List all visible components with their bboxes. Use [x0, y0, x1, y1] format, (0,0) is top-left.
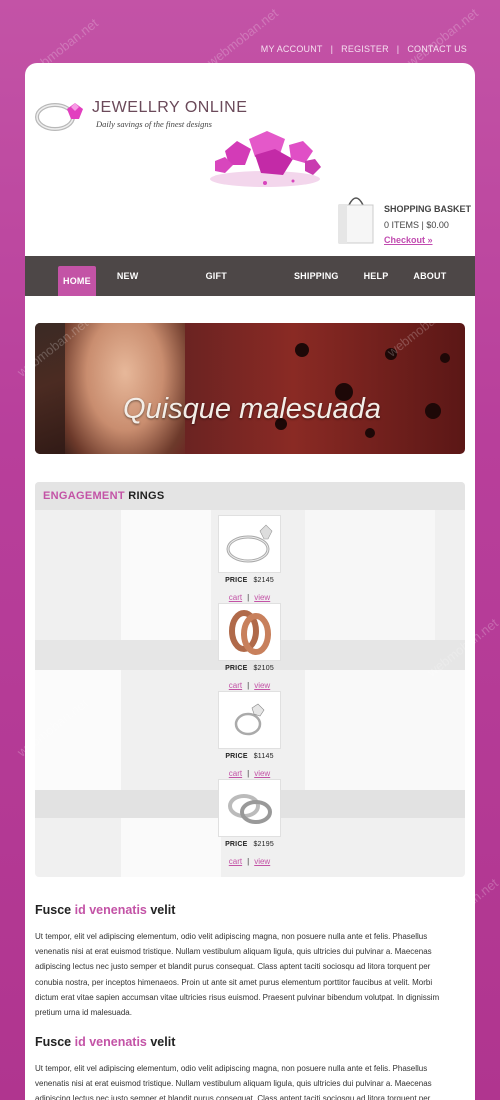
- nav-item-home[interactable]: HOME: [58, 266, 96, 296]
- basket-title: SHOPPING BASKET: [384, 204, 472, 214]
- gold-bands-icon: [228, 610, 271, 655]
- bg-tile: [305, 670, 465, 790]
- article-body: Ut tempor, elit vel adipiscing elementum…: [35, 1064, 432, 1100]
- article-title: Fusce id venenatis velit: [35, 1035, 455, 1049]
- price-label: PRICE: [225, 577, 248, 584]
- my-account-link[interactable]: MY ACCOUNT: [261, 44, 323, 54]
- action-separator: |: [247, 857, 250, 866]
- product-actions: cart | view: [218, 681, 281, 690]
- price-label: PRICE: [225, 753, 248, 760]
- floral-decoration: [440, 353, 450, 363]
- action-separator: |: [247, 769, 250, 778]
- product-price: PRICE $1145: [218, 753, 281, 760]
- price-value: $1145: [253, 753, 274, 760]
- view-link[interactable]: view: [254, 593, 270, 602]
- products-title-rest: RINGS: [128, 490, 165, 502]
- article-title-start: Fusce: [35, 903, 72, 917]
- cart-link[interactable]: cart: [229, 857, 242, 866]
- basket-summary: 0 ITEMS | $0.00: [384, 220, 449, 230]
- floral-decoration: [385, 348, 397, 360]
- product-item: PRICE $2195 cart | view: [218, 779, 281, 866]
- site-tagline: Daily savings of the finest designs: [96, 119, 212, 129]
- action-separator: |: [247, 593, 250, 602]
- product-actions: cart | view: [218, 857, 281, 866]
- shopping-bag-icon[interactable]: [335, 191, 377, 245]
- product-price: PRICE $2195: [218, 841, 281, 848]
- diamond-ring-icon: [234, 703, 264, 736]
- watermark: webmoban.net: [404, 5, 481, 70]
- product-image[interactable]: [218, 515, 281, 573]
- nav-item-new-products[interactable]: NEW PRODUCTS: [113, 261, 185, 311]
- top-link-separator: |: [396, 44, 400, 54]
- product-image[interactable]: [218, 691, 281, 749]
- product-image[interactable]: [218, 603, 281, 661]
- main-nav: HOME NEW PRODUCTS GIFT PACKAGES SHIPPING…: [25, 256, 475, 311]
- product-image[interactable]: [218, 779, 281, 837]
- cart-link[interactable]: cart: [229, 681, 242, 690]
- products-title: ENGAGEMENT RINGS: [43, 490, 165, 502]
- article-title-highlight: id venenatis: [74, 903, 147, 917]
- top-link-separator: |: [330, 44, 334, 54]
- bg-tile: [121, 818, 221, 877]
- nav-item-about-us[interactable]: ABOUT US: [409, 261, 458, 311]
- price-label: PRICE: [225, 665, 248, 672]
- article: Fusce id venenatis velit Ut tempor, elit…: [35, 1035, 455, 1100]
- article-body: Ut tempor, elit vel adipiscing elementum…: [35, 932, 440, 1018]
- nav-item-gift-packages[interactable]: GIFT PACKAGES: [202, 261, 273, 311]
- site-title[interactable]: JEWELLRY ONLINE: [92, 99, 247, 117]
- nav-item-help[interactable]: HELP: [360, 261, 393, 291]
- view-link[interactable]: view: [254, 769, 270, 778]
- banner-model-image: [65, 323, 185, 454]
- cart-link[interactable]: cart: [229, 769, 242, 778]
- price-value: $2105: [253, 665, 274, 672]
- products-title-highlight: ENGAGEMENT: [43, 490, 125, 502]
- top-links: MY ACCOUNT | REGISTER | CONTACT US: [261, 44, 467, 54]
- price-label: PRICE: [225, 841, 248, 848]
- floral-decoration: [295, 343, 309, 357]
- pink-gems-icon: [210, 131, 321, 187]
- article-title-end: velit: [150, 1035, 176, 1049]
- product-item: PRICE $1145 cart | view: [218, 691, 281, 778]
- watermark: webmoban.net: [204, 5, 281, 70]
- bg-tile: [305, 510, 435, 640]
- action-separator: |: [247, 681, 250, 690]
- page-container: JEWELLRY ONLINE Daily savings of the fin…: [25, 63, 475, 1100]
- product-item: PRICE $2105 cart | view: [218, 603, 281, 690]
- price-value: $2195: [253, 841, 274, 848]
- nav-item-shipping[interactable]: SHIPPING: [290, 261, 343, 291]
- floral-decoration: [365, 428, 375, 438]
- banner-caption: Quisque malesuada: [123, 393, 381, 425]
- bg-tile: [121, 510, 211, 640]
- solitaire-ring-icon: [226, 524, 272, 563]
- checkout-link[interactable]: Checkout »: [384, 235, 433, 245]
- article-title-end: velit: [150, 903, 176, 917]
- price-value: $2145: [253, 577, 274, 584]
- register-link[interactable]: REGISTER: [341, 44, 389, 54]
- floral-decoration: [425, 403, 441, 419]
- product-actions: cart | view: [218, 769, 281, 778]
- view-link[interactable]: view: [254, 681, 270, 690]
- contact-us-link[interactable]: CONTACT US: [407, 44, 467, 54]
- bg-tile: [35, 670, 121, 790]
- article-title-start: Fusce: [35, 1035, 72, 1049]
- product-price: PRICE $2145: [218, 577, 281, 584]
- article-title-highlight: id venenatis: [74, 1035, 147, 1049]
- product-price: PRICE $2105: [218, 665, 281, 672]
- ring-logo-icon[interactable]: [33, 89, 89, 135]
- article-title: Fusce id venenatis velit: [35, 903, 455, 917]
- view-link[interactable]: view: [254, 857, 270, 866]
- article: Fusce id venenatis velit Ut tempor, elit…: [35, 903, 455, 1020]
- products-panel: ENGAGEMENT RINGS PRICE $2145 cart | view: [35, 482, 465, 877]
- cart-link[interactable]: cart: [229, 593, 242, 602]
- wedding-bands-icon: [227, 794, 272, 824]
- product-actions: cart | view: [218, 593, 281, 602]
- product-item: PRICE $2145 cart | view: [218, 515, 281, 602]
- hero-banner[interactable]: Quisque malesuada: [35, 323, 465, 454]
